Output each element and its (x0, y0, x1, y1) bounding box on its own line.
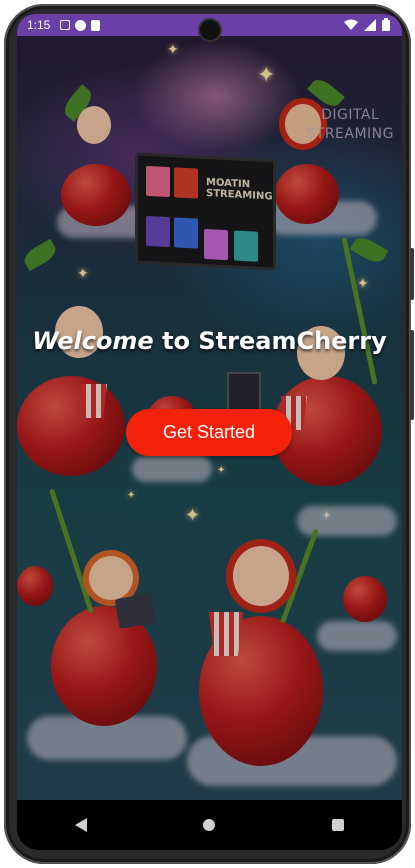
navigation-bar (17, 800, 402, 850)
status-time: 1:15 (27, 18, 51, 32)
get-started-button[interactable]: Get Started (126, 409, 292, 456)
welcome-word: Welcome (32, 327, 154, 355)
sd-card-icon (91, 19, 101, 31)
hero-background: ✦ ✦ ✦ ✦ ✦ ✦ ✦ ✦ (17, 36, 402, 800)
status-icons-left (60, 19, 101, 31)
screen: 1:15 ✦ ✦ ✦ ✦ ✦ ✦ ✦ ✦ (17, 14, 402, 850)
welcome-title: Welcome to StreamCherry (17, 327, 402, 355)
front-camera (200, 20, 220, 40)
signal-icon (364, 18, 376, 31)
volume-button (410, 330, 414, 420)
nav-a-icon (60, 20, 71, 30)
battery-icon (382, 18, 390, 31)
wifi-icon (344, 19, 358, 30)
app-name: to StreamCherry (162, 327, 387, 355)
recents-icon[interactable] (331, 819, 344, 831)
home-icon[interactable] (203, 819, 216, 831)
play-icon (75, 19, 87, 31)
status-icons-right (344, 18, 390, 31)
back-icon[interactable] (75, 818, 88, 832)
power-button (410, 248, 414, 300)
